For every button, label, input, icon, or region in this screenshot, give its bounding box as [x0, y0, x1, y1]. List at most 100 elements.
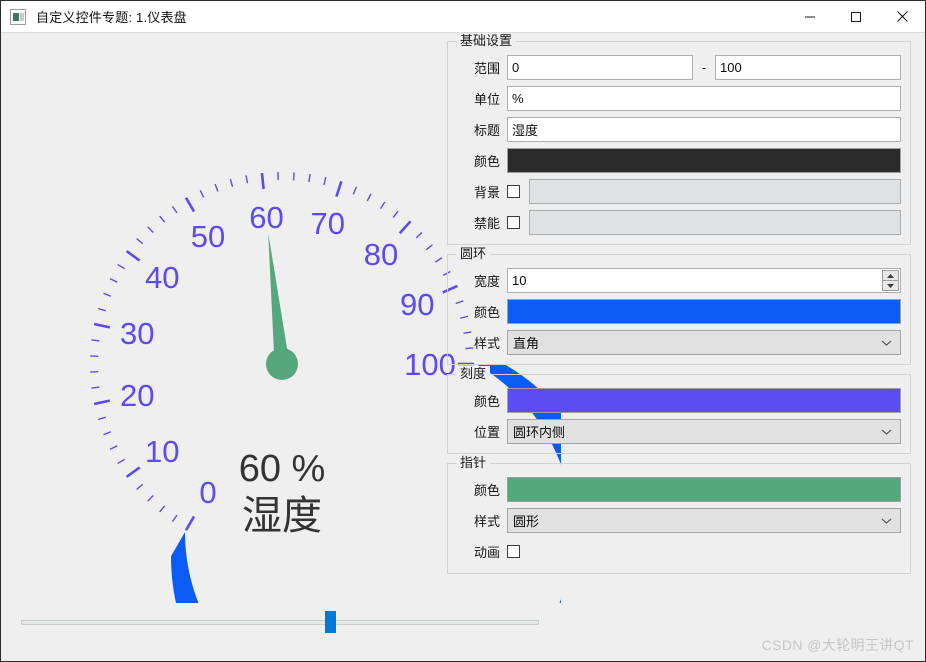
row-unit: 单位 — [457, 86, 901, 111]
row-background: 背景 — [457, 179, 901, 204]
gauge-minor-tick — [323, 176, 327, 186]
gauge-minor-tick — [117, 458, 125, 465]
triangle-up-icon — [887, 273, 894, 278]
scale-position-label: 位置 — [473, 425, 500, 440]
row-scale-color: 颜色 — [457, 388, 901, 413]
gauge-minor-tick — [245, 175, 249, 184]
scale-position-value: 圆环内侧 — [513, 425, 566, 440]
group-pointer: 指针 颜色 样式 圆形 动画 — [447, 455, 911, 574]
gauge-minor-tick — [392, 210, 399, 218]
gauge-tick-label: 50 — [191, 219, 225, 254]
maximize-button[interactable] — [833, 1, 879, 32]
ring-width-spinner[interactable]: 10 — [507, 268, 901, 293]
gauge-minor-tick — [159, 215, 166, 223]
ring-color-label: 颜色 — [473, 305, 500, 320]
gauge-value-text: 60 % — [239, 448, 326, 490]
gauge-minor-tick — [109, 278, 118, 283]
range-label: 范围 — [473, 61, 500, 76]
pointer-color-swatch[interactable] — [507, 477, 901, 502]
row-range: 范围 - — [457, 55, 901, 80]
disable-color-swatch — [529, 210, 901, 235]
spinner-down-button[interactable] — [882, 281, 899, 291]
watermark: CSDN @大轮明王讲QT — [761, 637, 914, 653]
row-ring-width: 宽度 10 — [457, 268, 901, 293]
row-ring-style: 样式 直角 — [457, 330, 901, 355]
row-title: 标题 — [457, 117, 901, 142]
close-button[interactable] — [879, 1, 925, 32]
chevron-down-icon — [881, 429, 892, 435]
gauge-pane: 0 10 20 30 40 50 60 70 80 90 100 60 % 湿度 — [1, 33, 561, 661]
gauge-minor-tick — [229, 178, 234, 187]
title-input[interactable] — [507, 117, 901, 142]
gauge-minor-tick — [91, 386, 100, 389]
triangle-down-icon — [887, 283, 894, 288]
gauge-major-tick — [184, 197, 196, 213]
pointer-style-label: 样式 — [473, 514, 500, 529]
chevron-down-icon — [881, 340, 892, 346]
pointer-animation-checkbox[interactable] — [507, 545, 520, 558]
background-checkbox[interactable] — [507, 185, 520, 198]
unit-label: 单位 — [473, 92, 500, 107]
gauge-tick-label: 40 — [145, 260, 179, 295]
gauge-minor-tick — [171, 205, 178, 214]
gauge-minor-tick — [171, 514, 178, 523]
gauge-minor-tick — [103, 431, 112, 436]
gauge-minor-tick — [214, 183, 219, 192]
gauge-tick-label: 60 — [249, 200, 283, 235]
slider-handle[interactable] — [325, 611, 337, 633]
gauge-minor-tick — [109, 445, 118, 450]
gauge-major-tick — [125, 250, 141, 262]
settings-pane: 基础设置 范围 - 单位 标题 颜色 — [443, 33, 925, 661]
gauge-minor-tick — [308, 173, 311, 183]
minimize-button[interactable] — [787, 1, 833, 32]
unit-input[interactable] — [507, 86, 901, 111]
gauge-title-text: 湿度 — [242, 494, 322, 538]
group-scale-title: 刻度 — [456, 366, 491, 382]
gauge-tick-label: 70 — [310, 206, 344, 241]
gauge-minor-tick — [199, 189, 205, 198]
gauge-minor-tick — [97, 416, 107, 421]
spinner-up-button[interactable] — [882, 270, 899, 281]
disable-checkbox[interactable] — [507, 216, 520, 229]
gauge-minor-tick — [147, 494, 154, 502]
gauge-needle — [268, 232, 290, 365]
range-max-input[interactable] — [715, 55, 901, 80]
gauge-minor-tick — [117, 263, 125, 270]
disable-label: 禁能 — [473, 216, 500, 231]
ring-style-combobox[interactable]: 直角 — [507, 330, 901, 355]
gauge-minor-tick — [159, 505, 166, 513]
gauge-minor-tick — [136, 238, 144, 245]
gauge-needle-hub — [266, 348, 298, 380]
pointer-style-combobox[interactable]: 圆形 — [507, 508, 901, 533]
group-basic-settings-title: 基础设置 — [456, 33, 517, 49]
gauge-minor-tick — [97, 307, 107, 312]
basic-color-swatch[interactable] — [507, 148, 901, 173]
gauge-minor-tick — [136, 483, 144, 490]
gauge-minor-tick — [434, 257, 443, 263]
range-min-input[interactable] — [507, 55, 693, 80]
range-separator: - — [701, 60, 707, 75]
row-disable: 禁能 — [457, 210, 901, 235]
gauge-major-tick — [125, 466, 141, 478]
application-window: 自定义控件专题: 1.仪表盘 0 10 20 30 40 50 60 70 80… — [0, 0, 926, 662]
gauge-minor-tick — [380, 201, 386, 210]
gauge-major-tick — [398, 220, 412, 235]
scale-color-swatch[interactable] — [507, 388, 901, 413]
row-ring-color: 颜色 — [457, 299, 901, 324]
group-basic-settings: 基础设置 范围 - 单位 标题 颜色 — [447, 33, 911, 245]
ring-color-swatch[interactable] — [507, 299, 901, 324]
scale-color-label: 颜色 — [473, 394, 500, 409]
gauge-tick-label: 20 — [120, 378, 154, 413]
gauge-tick-label: 90 — [400, 287, 434, 322]
gauge-major-tick — [93, 322, 111, 329]
gauge-major-tick — [335, 180, 343, 198]
minimize-icon — [805, 16, 815, 17]
scale-position-combobox[interactable]: 圆环内侧 — [507, 419, 901, 444]
gauge-minor-tick — [103, 292, 112, 297]
gauge-tick-label: 30 — [120, 316, 154, 351]
main-content: 010203040506070809010060 %湿度 基础设置 范围 - 单 — [1, 33, 925, 661]
group-ring-title: 圆环 — [456, 246, 491, 262]
row-pointer-style: 样式 圆形 — [457, 508, 901, 533]
chevron-down-icon — [881, 518, 892, 524]
row-pointer-animation: 动画 — [457, 539, 901, 564]
